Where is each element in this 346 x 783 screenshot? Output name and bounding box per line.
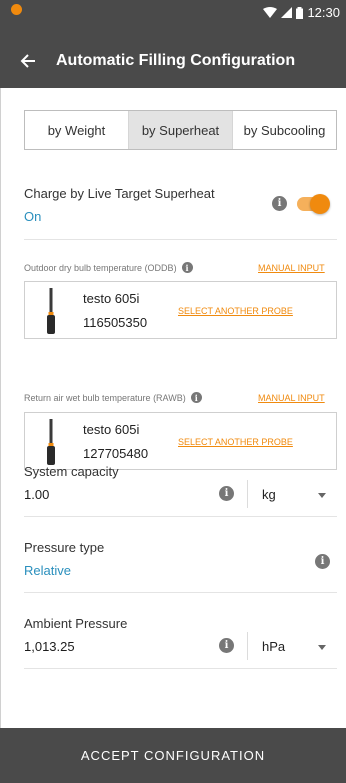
- ambient-pressure-label: Ambient Pressure: [24, 616, 128, 631]
- live-target-label: Charge by Live Target Superheat: [24, 186, 215, 201]
- live-target-row: Charge by Live Target Superheat On: [24, 186, 337, 224]
- accept-configuration-button[interactable]: ACCEPT CONFIGURATION: [0, 728, 346, 783]
- rawb-info-icon[interactable]: i: [190, 392, 202, 403]
- rawb-label-row: Return air wet bulb temperature (RAWB) i: [24, 392, 202, 403]
- ambient-pressure-value[interactable]: 1,013.25: [24, 639, 337, 654]
- system-capacity-unit-select[interactable]: kg: [262, 487, 276, 502]
- app-logo-icon: [11, 4, 22, 15]
- rawb-probe-serial: 127705480: [83, 446, 149, 461]
- status-icons: 12:30: [263, 5, 340, 20]
- live-target-toggle[interactable]: [297, 194, 330, 214]
- unit-separator: [247, 632, 248, 660]
- oddb-probe-name: testo 605i: [83, 291, 140, 306]
- system-capacity-label: System capacity: [24, 464, 119, 479]
- tab-by-subcooling[interactable]: by Subcooling: [233, 111, 336, 149]
- app-bar: Automatic Filling Configuration: [0, 34, 346, 88]
- system-capacity-value[interactable]: 1.00: [24, 487, 337, 502]
- live-target-value: On: [24, 209, 42, 224]
- left-divider: [0, 88, 1, 728]
- oddb-manual-input-link[interactable]: MANUAL INPUT: [258, 263, 325, 273]
- probe-icon: [47, 419, 55, 465]
- rawb-select-probe-link[interactable]: SELECT ANOTHER PROBE: [178, 437, 293, 447]
- back-button[interactable]: [6, 34, 50, 88]
- chevron-down-icon[interactable]: [318, 645, 326, 650]
- pressure-type-label: Pressure type: [24, 540, 105, 555]
- unit-separator: [247, 480, 248, 508]
- chevron-down-icon[interactable]: [318, 493, 326, 498]
- arrow-left-icon: [20, 54, 35, 68]
- pressure-type-row: Pressure type Relative: [24, 540, 337, 578]
- divider: [24, 668, 337, 669]
- system-capacity-info-icon[interactable]: i: [219, 486, 234, 501]
- pressure-type-info-icon[interactable]: i: [315, 554, 330, 569]
- probe-icon: [47, 288, 55, 334]
- oddb-probe-card: testo 605i 116505350 SELECT ANOTHER PROB…: [24, 281, 337, 339]
- ambient-pressure-row: Ambient Pressure 1,013.25: [24, 616, 337, 654]
- oddb-info-icon[interactable]: i: [181, 262, 193, 273]
- battery-icon: [296, 6, 304, 19]
- system-capacity-row: System capacity 1.00: [24, 464, 337, 502]
- oddb-select-probe-link[interactable]: SELECT ANOTHER PROBE: [178, 306, 293, 316]
- rawb-probe-card: testo 605i 127705480 SELECT ANOTHER PROB…: [24, 412, 337, 470]
- toggle-knob: [310, 194, 330, 214]
- rawb-label: Return air wet bulb temperature (RAWB): [24, 392, 186, 403]
- ambient-pressure-unit-select[interactable]: hPa: [262, 639, 285, 654]
- page-title: Automatic Filling Configuration: [56, 52, 296, 69]
- pressure-type-value[interactable]: Relative: [24, 563, 337, 578]
- divider: [24, 592, 337, 593]
- status-time: 12:30: [307, 5, 340, 20]
- live-target-info-icon[interactable]: i: [272, 196, 287, 211]
- rawb-probe-name: testo 605i: [83, 422, 140, 437]
- ambient-pressure-info-icon[interactable]: i: [219, 638, 234, 653]
- configuration-content: by Weight by Superheat by Subcooling Cha…: [0, 88, 346, 728]
- oddb-label-row: Outdoor dry bulb temperature (ODDB) i: [24, 262, 193, 273]
- signal-icon: [281, 7, 293, 18]
- oddb-probe-serial: 116505350: [83, 315, 148, 330]
- oddb-label: Outdoor dry bulb temperature (ODDB): [24, 262, 177, 273]
- divider: [24, 239, 337, 240]
- tab-by-superheat[interactable]: by Superheat: [129, 111, 233, 149]
- status-bar: 12:30: [0, 0, 346, 34]
- fill-method-tabs: by Weight by Superheat by Subcooling: [24, 110, 337, 150]
- divider: [24, 516, 337, 517]
- rawb-manual-input-link[interactable]: MANUAL INPUT: [258, 393, 325, 403]
- tab-by-weight[interactable]: by Weight: [25, 111, 129, 149]
- wifi-icon: [263, 7, 278, 18]
